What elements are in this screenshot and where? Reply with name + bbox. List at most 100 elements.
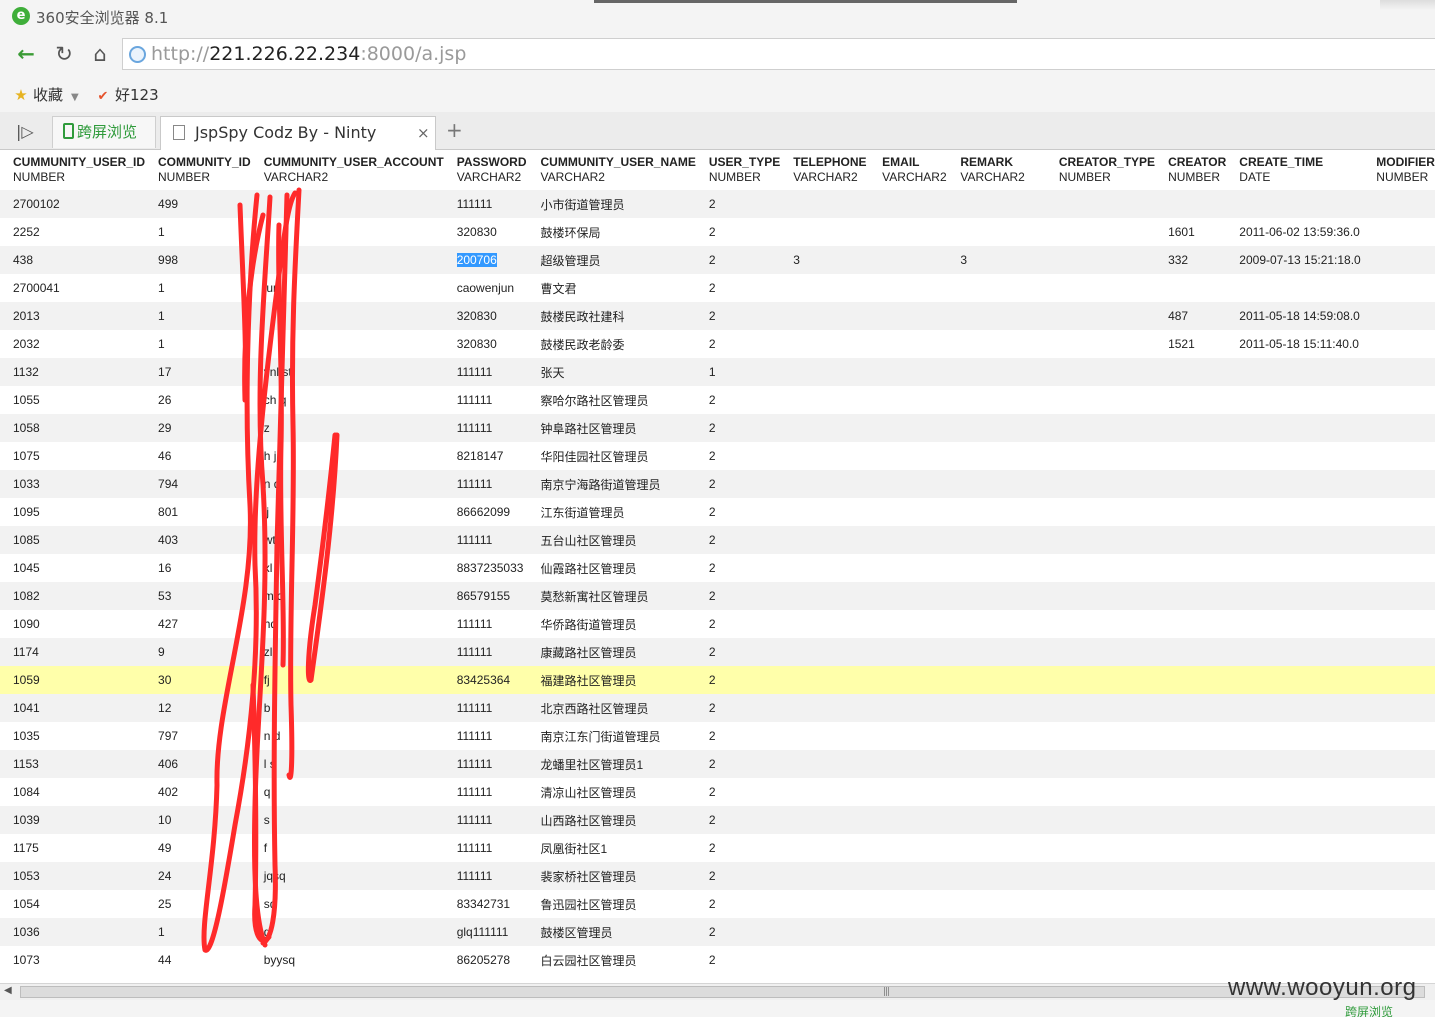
table-cell[interactable] (780, 498, 870, 526)
table-cell[interactable] (780, 554, 870, 582)
url-text[interactable]: http://221.226.22.234:8000/a.jsp (151, 43, 466, 65)
table-cell[interactable] (1045, 330, 1156, 358)
table-cell[interactable] (250, 190, 444, 218)
table-cell[interactable] (1155, 722, 1227, 750)
table-cell[interactable] (780, 526, 870, 554)
table-cell[interactable] (869, 946, 948, 974)
table-cell[interactable]: h j (250, 442, 444, 470)
table-cell[interactable] (869, 330, 948, 358)
table-row[interactable]: 1095 801 jj 86662099 江东街道管理员 2 (0, 498, 1435, 526)
table-cell[interactable] (1226, 274, 1364, 302)
table-cell[interactable]: 钟阜路社区管理员 (527, 414, 696, 442)
table-cell[interactable]: 南京江东门街道管理员 (527, 722, 696, 750)
new-tab-button[interactable]: + (446, 118, 463, 142)
table-cell[interactable] (1363, 190, 1435, 218)
table-cell[interactable] (1226, 526, 1364, 554)
table-cell[interactable] (780, 358, 870, 386)
table-cell[interactable] (1226, 582, 1364, 610)
table-cell[interactable]: 487 (1155, 302, 1227, 330)
table-cell[interactable] (1155, 834, 1227, 862)
table-cell[interactable]: 86205278 (443, 946, 528, 974)
table-cell[interactable]: 仙霞路社区管理员 (527, 554, 696, 582)
table-cell[interactable]: 1084 (0, 778, 146, 806)
table-cell[interactable]: 111111 (443, 190, 528, 218)
table-cell[interactable]: 111111 (443, 610, 528, 638)
favorites-button[interactable]: ★ 收藏 ▼ (12, 84, 78, 105)
table-cell[interactable] (1363, 750, 1435, 778)
table-cell[interactable] (1045, 274, 1156, 302)
scrollbar-thumb[interactable]: ||| (20, 986, 1425, 998)
table-cell[interactable] (1363, 358, 1435, 386)
table-row[interactable]: 1075 46 h j 8218147 华阳佳园社区管理员 2 (0, 442, 1435, 470)
table-cell[interactable]: byysq (250, 946, 444, 974)
table-cell[interactable] (1363, 302, 1435, 330)
tab-jspspy[interactable]: JspSpy Codz By - Ninty × (160, 116, 436, 150)
table-cell[interactable]: m q (250, 582, 444, 610)
table-cell[interactable]: 2 (695, 218, 781, 246)
table-cell[interactable] (869, 190, 948, 218)
table-row[interactable]: 1035 797 n d 111111 南京江东门街道管理员 2 (0, 722, 1435, 750)
table-cell[interactable] (250, 218, 444, 246)
table-cell[interactable]: l s (250, 750, 444, 778)
table-cell[interactable]: 29 (145, 414, 251, 442)
table-row[interactable]: 1174 9 zl 111111 康藏路社区管理员 2 (0, 638, 1435, 666)
table-cell[interactable] (1045, 778, 1156, 806)
table-cell[interactable]: 8218147 (443, 442, 528, 470)
table-cell[interactable]: 超级管理员 (527, 246, 696, 274)
table-cell[interactable] (869, 274, 948, 302)
table-cell[interactable] (1155, 414, 1227, 442)
table-cell[interactable] (1363, 806, 1435, 834)
table-cell[interactable] (250, 246, 444, 274)
table-cell[interactable]: 鼓楼民政社建科 (527, 302, 696, 330)
table-cell[interactable] (250, 302, 444, 330)
scroll-left-icon[interactable]: ◀ (4, 985, 12, 996)
table-cell[interactable]: 1039 (0, 806, 146, 834)
table-cell[interactable] (869, 806, 948, 834)
table-cell[interactable] (947, 414, 1046, 442)
status-screen-browse[interactable]: 跨屏浏览 (1345, 1003, 1393, 1017)
table-cell[interactable]: 2032 (0, 330, 146, 358)
table-cell[interactable]: 1035 (0, 722, 146, 750)
table-cell[interactable] (1155, 386, 1227, 414)
table-cell[interactable]: 1085 (0, 526, 146, 554)
table-cell[interactable] (1226, 834, 1364, 862)
table-cell[interactable]: 2 (695, 274, 781, 302)
table-cell[interactable] (1363, 386, 1435, 414)
table-cell[interactable]: 2 (695, 554, 781, 582)
table-cell[interactable]: 1153 (0, 750, 146, 778)
table-cell[interactable]: 1095 (0, 498, 146, 526)
table-cell[interactable]: 1 (145, 218, 251, 246)
table-cell[interactable]: 1 (145, 274, 251, 302)
table-cell[interactable] (869, 302, 948, 330)
table-cell[interactable] (1155, 890, 1227, 918)
table-cell[interactable] (869, 722, 948, 750)
table-cell[interactable] (947, 722, 1046, 750)
table-row[interactable]: 438 998 200706 超级管理员 2 3 3 332 2009-07-13 15:21:… (0, 246, 1435, 274)
table-cell[interactable]: 江东街道管理员 (527, 498, 696, 526)
table-cell[interactable] (1363, 862, 1435, 890)
table-cell[interactable]: 2 (695, 386, 781, 414)
table-cell[interactable] (1155, 526, 1227, 554)
table-cell[interactable] (780, 218, 870, 246)
table-cell[interactable] (1363, 778, 1435, 806)
table-cell[interactable]: z (250, 414, 444, 442)
table-cell[interactable] (947, 358, 1046, 386)
table-cell[interactable] (869, 918, 948, 946)
table-cell[interactable] (780, 386, 870, 414)
table-cell[interactable] (947, 554, 1046, 582)
table-row[interactable]: 1039 10 s 111111 山西路社区管理员 2 (0, 806, 1435, 834)
table-cell[interactable] (1045, 554, 1156, 582)
table-cell[interactable]: 402 (145, 778, 251, 806)
table-cell[interactable] (947, 274, 1046, 302)
table-cell[interactable] (780, 750, 870, 778)
table-cell[interactable] (1363, 610, 1435, 638)
table-cell[interactable]: 1059 (0, 666, 146, 694)
table-cell[interactable] (869, 694, 948, 722)
table-cell[interactable] (1363, 694, 1435, 722)
table-cell[interactable] (1363, 554, 1435, 582)
table-cell[interactable] (780, 302, 870, 330)
table-cell[interactable] (1155, 778, 1227, 806)
table-cell[interactable]: 2 (695, 638, 781, 666)
table-cell[interactable] (869, 442, 948, 470)
table-cell[interactable]: 1132 (0, 358, 146, 386)
